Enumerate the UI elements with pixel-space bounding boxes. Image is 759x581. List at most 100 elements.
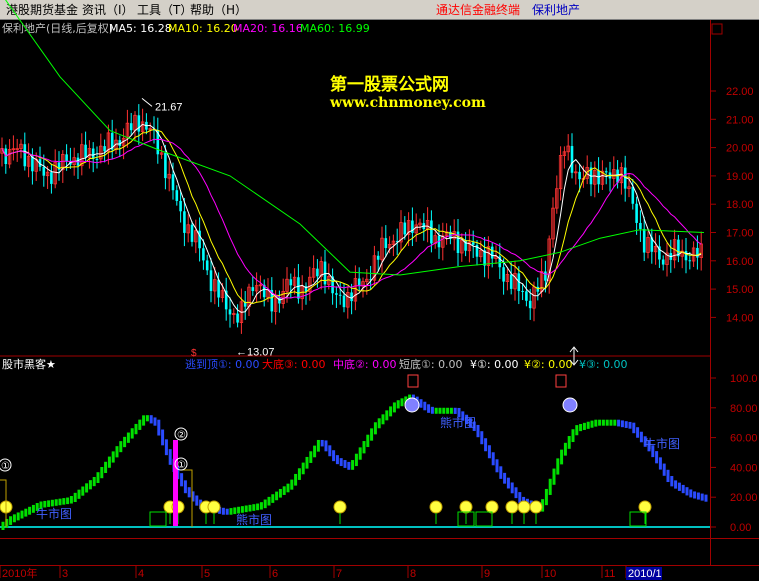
oscillator-bar bbox=[560, 449, 564, 465]
oscillator-bar bbox=[567, 436, 571, 449]
oscillator-bar bbox=[28, 506, 32, 515]
candle-body bbox=[338, 294, 342, 296]
oscillator-bar bbox=[693, 491, 697, 499]
oscillator-bar bbox=[130, 428, 134, 439]
panel-toggle-icon bbox=[711, 23, 723, 35]
volume-block-icon bbox=[475, 511, 493, 527]
oscillator-bar bbox=[476, 424, 480, 438]
candle-body bbox=[604, 171, 608, 173]
sell-signal-icon bbox=[404, 397, 420, 413]
oscillator-bar bbox=[107, 456, 111, 468]
oscillator-bar bbox=[157, 419, 161, 436]
oscillator-bar bbox=[305, 456, 309, 469]
oscillator-bar bbox=[563, 442, 567, 456]
oscillator-bar bbox=[396, 400, 400, 409]
price-tick-label: 17.00 bbox=[726, 228, 754, 240]
candle-body bbox=[316, 268, 319, 277]
oscillator-bar bbox=[111, 451, 115, 463]
oscillator-bar bbox=[419, 399, 423, 408]
oscillator-bar bbox=[579, 423, 583, 432]
oscillator-bar bbox=[685, 487, 689, 496]
oscillator-bar bbox=[628, 421, 632, 429]
price-tick-label: 14.00 bbox=[726, 312, 754, 324]
oscillator-bar bbox=[263, 499, 267, 509]
oscillator-bar bbox=[328, 445, 332, 457]
oscillator-bar bbox=[366, 434, 370, 448]
volume-block-icon bbox=[149, 511, 167, 527]
oscillator-bar bbox=[77, 489, 81, 499]
oscillator-bar bbox=[677, 482, 681, 491]
oscillator-bar bbox=[385, 410, 389, 421]
sell-block-icon bbox=[407, 374, 419, 388]
oscillator-bar bbox=[164, 439, 168, 456]
oscillator-bar bbox=[286, 483, 290, 493]
oscillator-bar bbox=[389, 406, 393, 417]
oscillator-bar bbox=[153, 417, 157, 426]
candle-body bbox=[236, 313, 239, 323]
oscillator-bar bbox=[16, 512, 20, 521]
oscillator-bar bbox=[358, 447, 362, 460]
oscillator-bar bbox=[377, 418, 381, 429]
mid-bottom-spike bbox=[173, 440, 178, 526]
candle-body bbox=[335, 293, 338, 295]
oscillator-bar bbox=[244, 505, 248, 513]
circle-mark-label: ② bbox=[177, 430, 186, 441]
candle-body bbox=[84, 144, 87, 158]
time-label: 10 bbox=[544, 568, 556, 580]
oscillator-bar bbox=[442, 407, 446, 414]
oscillator-bar bbox=[126, 432, 130, 443]
oscillator-bar bbox=[495, 459, 499, 473]
candle-body bbox=[525, 291, 528, 301]
oscillator-bar bbox=[252, 504, 256, 511]
oscillator-bar bbox=[339, 458, 343, 467]
oscillator-bar bbox=[449, 407, 453, 414]
oscillator-bar bbox=[278, 488, 282, 498]
oscillator-bar bbox=[104, 461, 108, 473]
stock-chart-canvas[interactable]: $ 22.00 21.00 20.00 19.00 18.00 17.00 16.00 15.… bbox=[0, 0, 759, 581]
candle-body bbox=[502, 267, 505, 282]
candle-body bbox=[31, 156, 34, 172]
oscillator-bar bbox=[161, 429, 165, 446]
time-label: 6 bbox=[272, 568, 278, 580]
oscillator-bar bbox=[617, 419, 621, 427]
sell-signal-icon bbox=[562, 397, 578, 413]
oscillator-bar bbox=[582, 422, 586, 430]
candle-body bbox=[217, 279, 220, 298]
oscillator-bar bbox=[655, 451, 659, 464]
buy-signal-icon bbox=[529, 500, 543, 514]
bear-market-label: 熊市图 bbox=[236, 512, 272, 527]
buy-signal-icon bbox=[505, 500, 519, 514]
oscillator-bar bbox=[704, 494, 708, 502]
buy-signal-icon bbox=[485, 500, 499, 514]
time-label: 3 bbox=[62, 568, 68, 580]
oscillator-bar bbox=[548, 478, 552, 495]
oscillator-bar bbox=[681, 484, 685, 494]
candle-body bbox=[103, 146, 106, 152]
candle-body bbox=[696, 247, 699, 258]
candle-body bbox=[376, 255, 380, 260]
oscillator-bar bbox=[259, 502, 263, 510]
oscillator-bar bbox=[434, 407, 438, 414]
oscillator-bar bbox=[343, 460, 347, 468]
candle-body bbox=[684, 251, 688, 261]
oscillator-bar bbox=[100, 466, 104, 479]
candle-body bbox=[635, 203, 638, 223]
oscillator-bar bbox=[271, 494, 275, 503]
candle-body bbox=[183, 211, 186, 233]
oscillator-bar bbox=[373, 422, 377, 435]
oscillator-bar bbox=[187, 487, 191, 498]
oscillator-bar bbox=[689, 489, 693, 498]
oscillator-bar bbox=[66, 497, 70, 505]
oscillator-bar bbox=[225, 508, 229, 515]
candle-body bbox=[95, 158, 99, 160]
oscillator-bar bbox=[324, 440, 328, 452]
candle-body bbox=[578, 171, 581, 180]
oscillator-bar bbox=[138, 419, 142, 430]
price-tick-label: 19.00 bbox=[726, 171, 754, 183]
oscillator-bar bbox=[552, 468, 556, 485]
candle-body bbox=[202, 248, 205, 261]
candle-body bbox=[228, 309, 232, 315]
oscillator-bar bbox=[427, 404, 431, 413]
oscillator-bar bbox=[453, 407, 457, 414]
oscillator-bar bbox=[423, 401, 427, 411]
